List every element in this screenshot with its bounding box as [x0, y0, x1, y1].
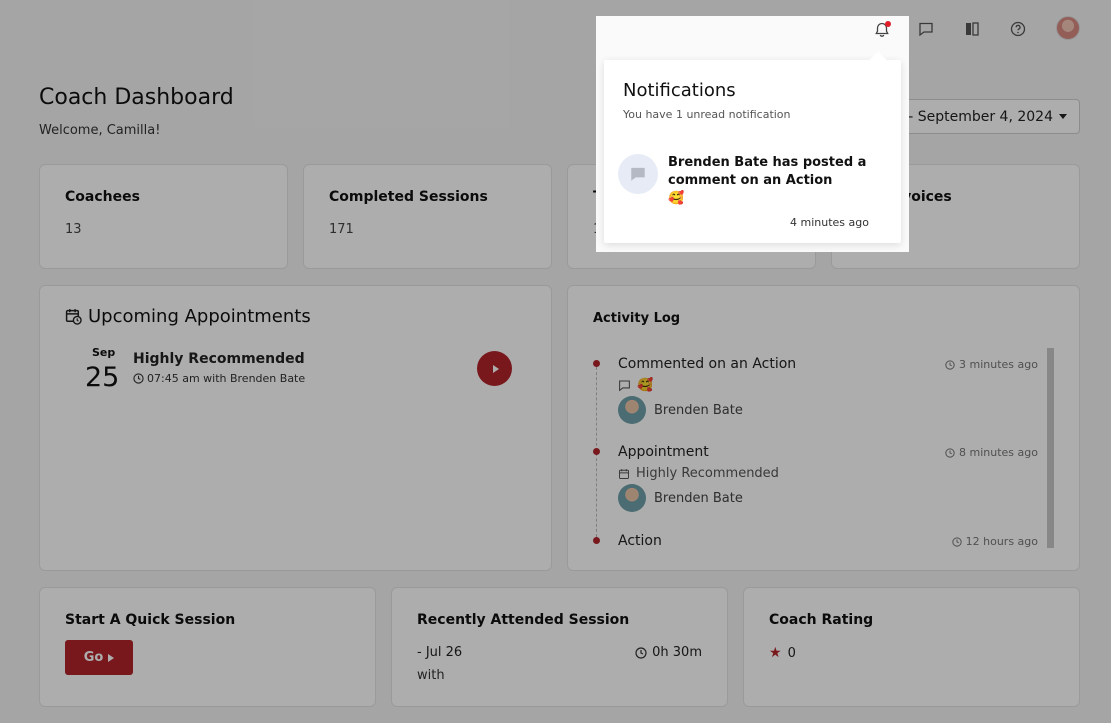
notification-panel: Notifications You have 1 unread notifica…: [604, 51, 901, 243]
unread-badge: [885, 21, 891, 27]
notifications-title: Notifications: [623, 80, 736, 101]
notification-item-text: Brenden Bate has posted a comment on an …: [668, 155, 867, 188]
notification-item[interactable]: Brenden Bate has posted a comment on an …: [668, 154, 878, 208]
notification-item-icon: [618, 154, 658, 194]
notification-dropdown: Notifications You have 1 unread notifica…: [596, 16, 909, 252]
panel-arrow: [869, 51, 887, 69]
notification-item-emoji: 🥰: [668, 191, 685, 206]
comment-icon: [631, 167, 645, 181]
notification-item-time: 4 minutes ago: [790, 216, 869, 229]
modal-overlay[interactable]: [0, 0, 1111, 723]
bell-icon[interactable]: [871, 19, 893, 41]
notifications-subtitle: You have 1 unread notification: [623, 108, 791, 121]
